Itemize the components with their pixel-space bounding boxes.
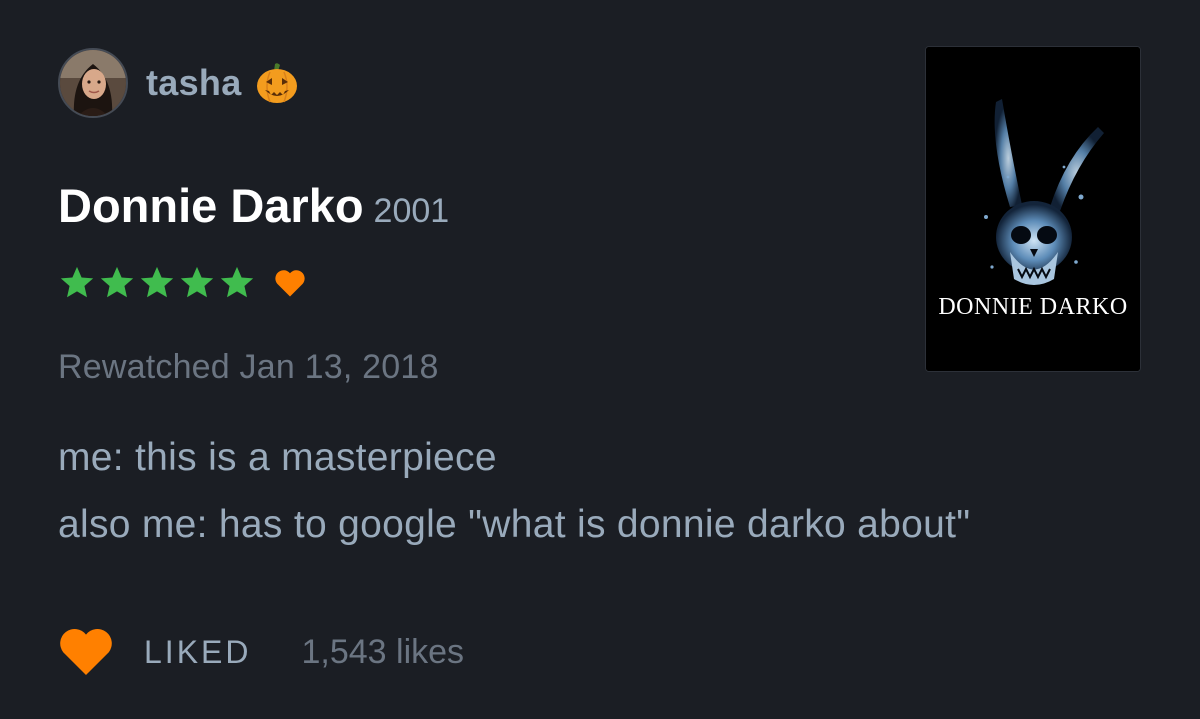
star-icon bbox=[140, 266, 174, 298]
film-title-link[interactable]: Donnie Darko bbox=[58, 179, 364, 232]
pumpkin-icon bbox=[254, 60, 300, 106]
review-footer: LIKED 1,543 likes bbox=[58, 622, 464, 682]
heart-icon bbox=[275, 270, 305, 297]
skull-rabbit-art-icon bbox=[926, 47, 1140, 371]
like-button[interactable]: LIKED bbox=[58, 627, 251, 677]
review-line: me: this is a masterpiece bbox=[58, 436, 497, 479]
username-link[interactable]: tasha bbox=[146, 62, 242, 104]
star-icon bbox=[220, 266, 254, 298]
film-year-link[interactable]: 2001 bbox=[374, 192, 450, 230]
review-body: me: this is a masterpiece also me: has t… bbox=[58, 424, 970, 558]
likes-count-link[interactable]: 1,543 likes bbox=[301, 633, 464, 672]
star-icon bbox=[180, 266, 214, 298]
poster-title: DONNIE DARKO bbox=[938, 294, 1128, 320]
film-poster[interactable]: DONNIE DARKO bbox=[925, 46, 1141, 372]
film-title-row: Donnie Darko 2001 bbox=[58, 178, 449, 233]
watched-date: Rewatched Jan 13, 2018 bbox=[58, 348, 439, 386]
star-icon bbox=[100, 266, 134, 298]
rating-row bbox=[58, 264, 308, 302]
avatar[interactable] bbox=[58, 48, 128, 118]
avatar-photo-icon bbox=[60, 50, 126, 116]
review-line: also me: has to google "what is donnie d… bbox=[58, 503, 971, 546]
review-card: tasha Donnie Darko 2001 Rewatched Jan 13,… bbox=[0, 0, 1200, 719]
star-icon bbox=[60, 266, 94, 298]
star-rating bbox=[58, 264, 256, 302]
author-row: tasha bbox=[58, 46, 300, 120]
liked-label: LIKED bbox=[144, 633, 252, 670]
heart-icon bbox=[60, 629, 112, 675]
